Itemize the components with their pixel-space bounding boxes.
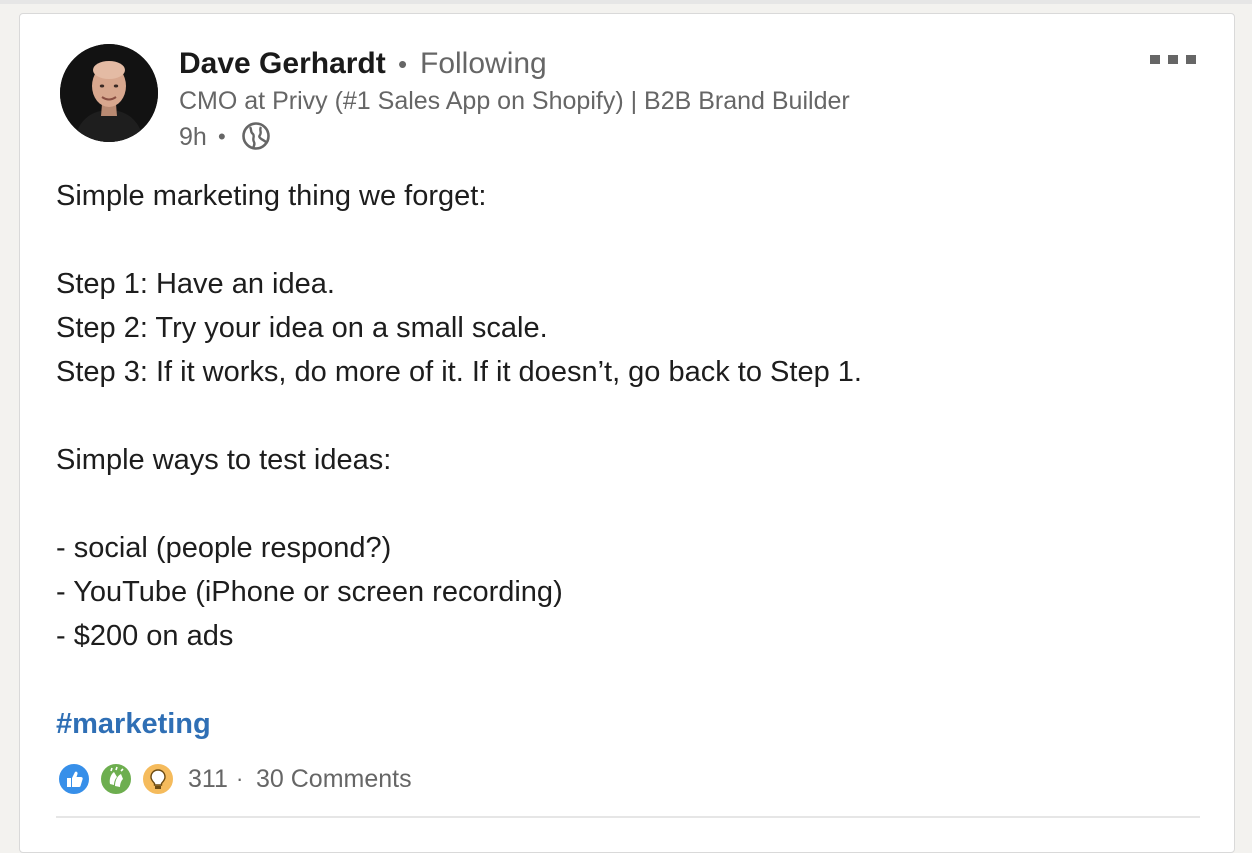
post-line: - YouTube (iPhone or screen recording) (56, 576, 563, 608)
post-line: Simple marketing thing we forget: (56, 180, 487, 212)
post-line (56, 482, 1206, 526)
post-line: - $200 on ads (56, 620, 234, 652)
social-divider (56, 816, 1200, 818)
hashtag-link[interactable]: #marketing (56, 702, 211, 746)
follow-status: Following (420, 47, 547, 80)
author-avatar[interactable] (60, 44, 158, 142)
reaction-count[interactable]: 311 (188, 762, 228, 796)
social-separator: · (236, 766, 244, 791)
post-line: Simple ways to test ideas: (56, 444, 392, 476)
celebrate-icon (99, 762, 133, 796)
post-line (56, 394, 1206, 438)
more-options-icon[interactable] (1148, 50, 1198, 70)
feed-post-card: Dave Gerhardt • Following CMO at Privy (… (19, 13, 1235, 853)
post-line: Step 2: Try your idea on a small scale. (56, 312, 548, 344)
post-line (56, 218, 1206, 262)
insightful-icon (141, 762, 175, 796)
previous-card-edge (0, 0, 1252, 4)
post-body: Simple marketing thing we forget: Step 1… (56, 174, 1206, 658)
timestamp-separator: • (218, 124, 226, 149)
comments-count[interactable]: 30 Comments (256, 762, 412, 796)
globe-icon (241, 121, 271, 151)
post-line: Step 3: If it works, do more of it. If i… (56, 356, 862, 388)
author-name[interactable]: Dave Gerhardt (179, 44, 386, 84)
post-line: - social (people respond?) (56, 532, 392, 564)
post-timestamp: 9h (179, 123, 207, 151)
avatar-photo (60, 44, 158, 142)
author-headline: CMO at Privy (#1 Sales App on Shopify) |… (179, 87, 850, 115)
like-icon (57, 762, 91, 796)
post-line: Step 1: Have an idea. (56, 268, 335, 300)
name-separator: • (398, 49, 408, 79)
